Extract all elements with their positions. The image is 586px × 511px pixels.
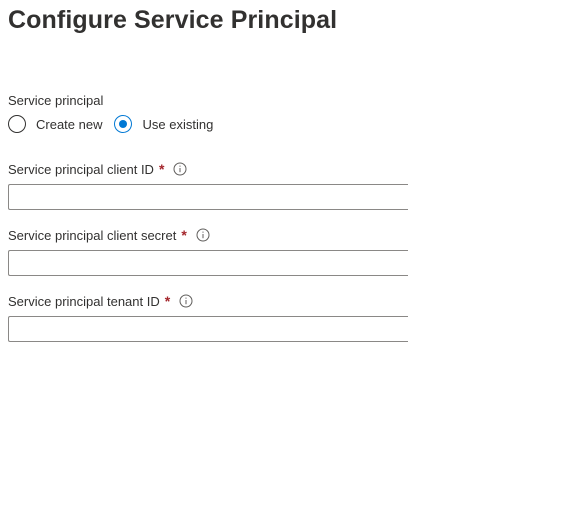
client-secret-field: Service principal client secret *	[8, 226, 408, 276]
radio-create-new[interactable]	[8, 115, 26, 133]
info-icon[interactable]	[173, 162, 187, 176]
radio-use-existing[interactable]	[114, 115, 133, 133]
client-secret-input[interactable]	[8, 250, 408, 276]
client-secret-label: Service principal client secret	[8, 227, 177, 243]
page-title: Configure Service Principal	[8, 6, 338, 34]
service-principal-label: Service principal	[8, 93, 104, 108]
tenant-id-label: Service principal tenant ID	[8, 293, 160, 309]
client-id-input[interactable]	[8, 184, 408, 210]
radio-option-create-new[interactable]: Create new	[8, 115, 102, 133]
client-id-field: Service principal client ID *	[8, 160, 408, 210]
client-secret-label-row: Service principal client secret *	[8, 226, 408, 244]
configure-service-principal-page: Configure Service Principal Service prin…	[0, 0, 586, 511]
tenant-id-label-row: Service principal tenant ID *	[8, 292, 408, 310]
radio-option-use-existing[interactable]: Use existing	[114, 115, 213, 133]
tenant-id-field: Service principal tenant ID *	[8, 292, 408, 342]
required-marker: *	[181, 227, 187, 243]
info-icon[interactable]	[196, 228, 210, 242]
required-marker: *	[158, 161, 165, 177]
client-id-label: Service principal client ID	[8, 161, 154, 177]
radio-create-new-label: Create new	[36, 116, 103, 132]
service-principal-radio-group: Create new Use existing	[8, 114, 213, 134]
info-icon[interactable]	[179, 294, 193, 308]
client-id-label-row: Service principal client ID *	[8, 160, 408, 178]
required-marker: *	[164, 293, 171, 309]
tenant-id-input[interactable]	[8, 316, 408, 342]
radio-use-existing-label: Use existing	[142, 116, 214, 132]
